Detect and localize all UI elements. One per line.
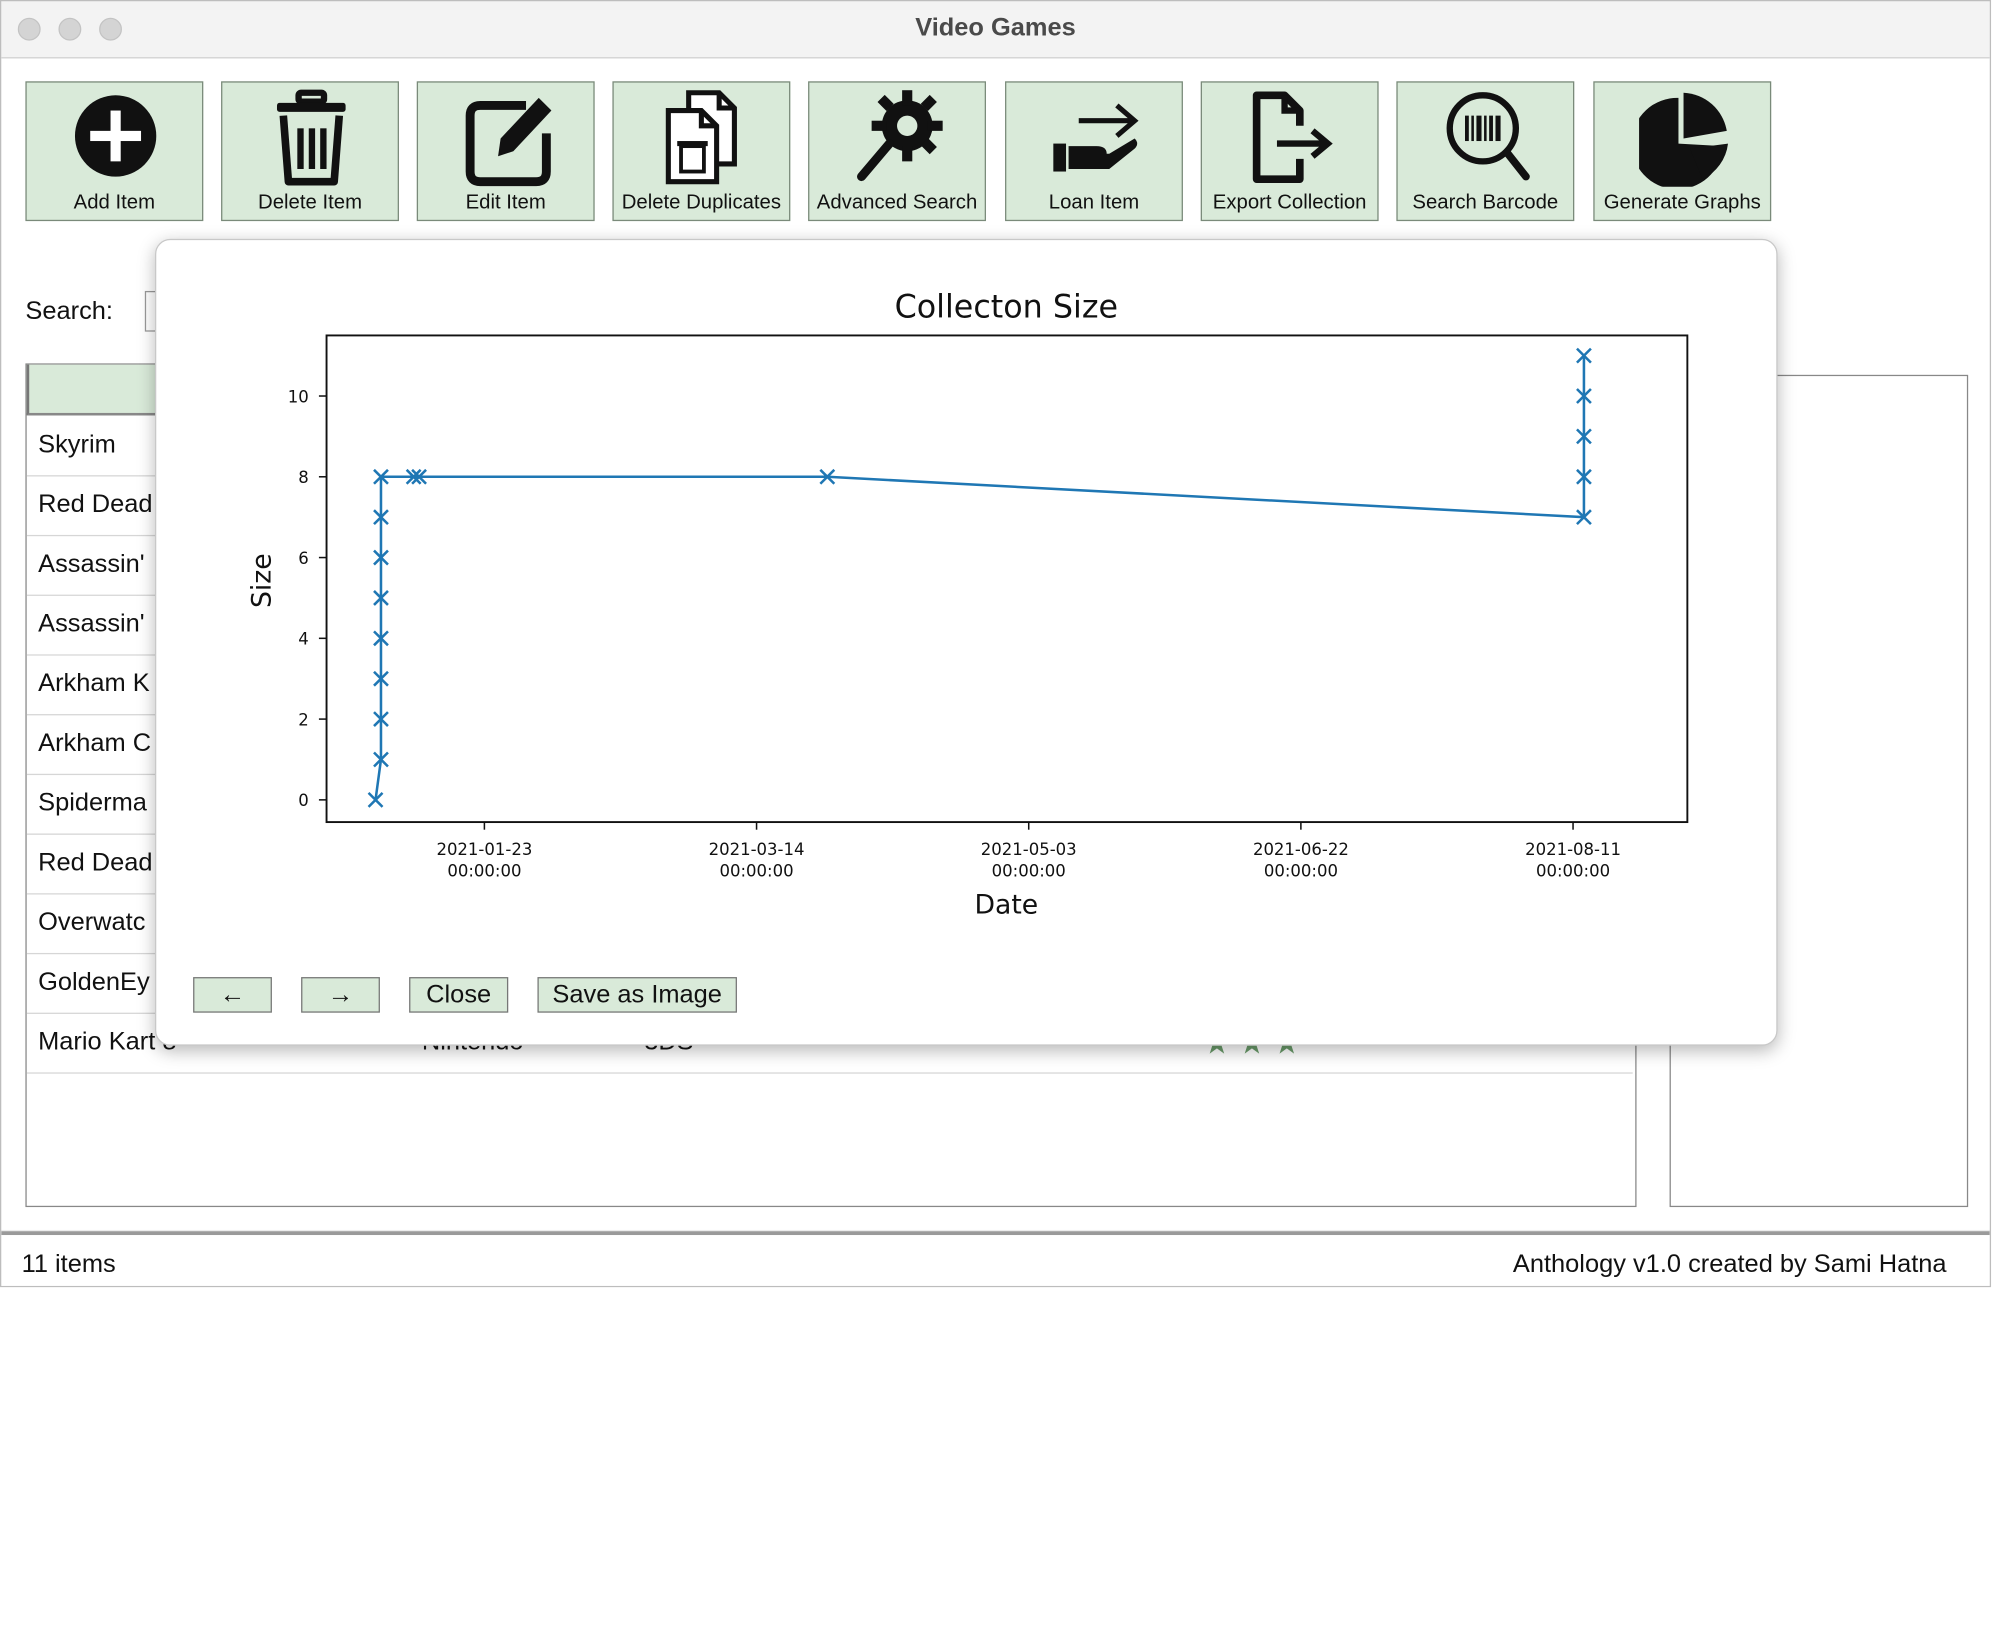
delete-item-label: Delete Item <box>258 191 363 214</box>
pie-chart-icon <box>1639 92 1729 187</box>
x-tick-label: 2021-08-11 00:00:00 <box>1525 840 1621 881</box>
duplicate-delete-icon <box>665 90 737 185</box>
save-as-image-button[interactable]: Save as Image <box>537 977 737 1013</box>
row-title: GoldenEy <box>38 968 150 997</box>
x-tick-label: 2021-03-14 00:00:00 <box>709 840 805 881</box>
credit-text: Anthology v1.0 created by Sami Hatna <box>1512 1250 1947 1279</box>
plot-area <box>325 334 1689 824</box>
y-tick-label: 4 <box>298 630 308 649</box>
window-title: Video Games <box>915 13 1076 42</box>
x-axis: 2021-01-23 00:00:00 2021-03-14 00:00:00 2021… <box>436 822 1621 881</box>
x-tick-label: 2021-05-03 00:00:00 <box>981 840 1077 881</box>
edit-item-button[interactable]: Edit Item <box>416 81 595 222</box>
close-popover-button[interactable]: Close <box>409 977 509 1013</box>
row-title: Red Dead <box>38 490 153 519</box>
y-tick-label: 0 <box>298 791 308 810</box>
item-count: 11 items <box>21 1250 116 1279</box>
generate-graphs-label: Generate Graphs <box>1603 191 1761 214</box>
row-title: Skyrim <box>38 430 116 459</box>
popover-arrow <box>1651 223 1698 241</box>
graph-popover: Collecton Size 0 2 4 6 8 10 2021-01-23 00:00:0… <box>155 238 1778 1046</box>
row-title: Spiderma <box>38 789 147 817</box>
search-barcode-label: Search Barcode <box>1412 191 1559 214</box>
hand-arrow-icon <box>1053 103 1139 172</box>
row-title: Red Dead <box>38 848 153 877</box>
delete-duplicates-button[interactable]: Delete Duplicates <box>612 81 791 222</box>
y-axis-label: Size <box>247 553 278 608</box>
row-title: Overwatc <box>38 908 146 937</box>
x-axis-label: Date <box>974 890 1038 921</box>
delete-item-button[interactable]: Delete Item <box>221 81 399 222</box>
loan-item-button[interactable]: Loan Item <box>1005 81 1183 222</box>
add-item-button[interactable]: Add Item <box>25 81 204 222</box>
next-graph-button[interactable]: → <box>301 977 380 1013</box>
barcode-search-icon <box>1446 92 1530 181</box>
row-title: Arkham K <box>38 669 150 698</box>
search-label: Search: <box>25 297 114 326</box>
status-bar: 11 items Anthology v1.0 created by Sami … <box>1 1231 1990 1286</box>
trash-icon <box>276 89 346 186</box>
x-tick-label: 2021-06-22 00:00:00 <box>1253 840 1349 881</box>
chart-title: Collecton Size <box>895 290 1119 326</box>
row-title: Assassin' <box>38 609 145 638</box>
loan-item-label: Loan Item <box>1048 191 1140 214</box>
edit-icon <box>465 97 552 187</box>
title-bar: Video Games <box>1 1 1990 59</box>
prev-graph-button[interactable]: ← <box>193 977 272 1013</box>
plus-circle-icon <box>74 95 157 177</box>
file-export-icon <box>1252 91 1333 183</box>
row-title: Assassin' <box>38 550 145 579</box>
delete-duplicates-label: Delete Duplicates <box>621 191 782 214</box>
add-item-label: Add Item <box>73 191 156 214</box>
advanced-search-label: Advanced Search <box>816 191 978 214</box>
export-collection-label: Export Collection <box>1212 191 1367 214</box>
y-tick-label: 8 <box>298 468 308 487</box>
y-axis: 0 2 4 6 8 10 <box>288 387 327 810</box>
x-tick-label: 2021-01-23 00:00:00 <box>436 840 532 881</box>
y-tick-label: 2 <box>298 710 308 729</box>
y-tick-label: 6 <box>298 549 308 568</box>
row-title: Arkham C <box>38 729 152 758</box>
collection-size-chart: Collecton Size 0 2 4 6 8 10 2021-01-23 00:00:0… <box>247 290 1689 921</box>
advanced-search-button[interactable]: Advanced Search <box>808 81 986 222</box>
y-tick-label: 10 <box>288 387 309 406</box>
generate-graphs-button[interactable]: Generate Graphs <box>1593 81 1772 222</box>
search-barcode-button[interactable]: Search Barcode <box>1396 81 1575 222</box>
export-collection-button[interactable]: Export Collection <box>1200 81 1379 222</box>
gear-search-icon <box>857 90 943 182</box>
edit-item-label: Edit Item <box>465 191 546 214</box>
